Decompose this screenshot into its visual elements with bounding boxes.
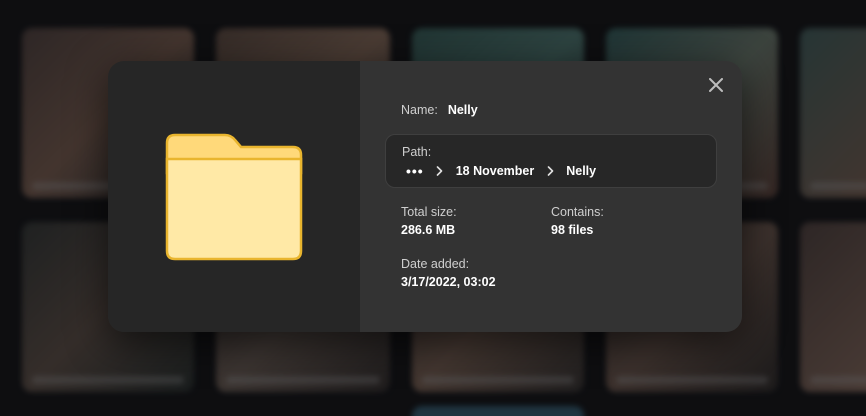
- contains-label: Contains:: [551, 205, 604, 219]
- total-size-value: 286.6 MB: [401, 223, 456, 237]
- breadcrumb-item[interactable]: Nelly: [566, 164, 596, 178]
- contains-stat: Contains: 98 files: [551, 205, 604, 237]
- path-label: Path:: [402, 145, 432, 159]
- name-row: Name: Nelly: [401, 103, 478, 117]
- name-label: Name:: [401, 103, 438, 117]
- close-button[interactable]: [706, 75, 726, 95]
- info-pane: Name: Nelly Path: ••• 18 November Nelly …: [360, 61, 742, 332]
- date-added-stat: Date added: 3/17/2022, 03:02: [401, 257, 496, 289]
- folder-icon: [165, 133, 303, 260]
- date-added-label: Date added:: [401, 257, 470, 271]
- preview-pane: [108, 61, 360, 332]
- path-box: Path: ••• 18 November Nelly: [385, 134, 717, 188]
- date-added-value: 3/17/2022, 03:02: [401, 275, 496, 289]
- breadcrumb: ••• 18 November Nelly: [406, 163, 596, 179]
- chevron-right-icon: [544, 166, 556, 176]
- total-size-label: Total size:: [401, 205, 457, 219]
- name-value: Nelly: [447, 103, 478, 117]
- chevron-right-icon: [434, 166, 446, 176]
- file-info-dialog: Name: Nelly Path: ••• 18 November Nelly …: [108, 61, 742, 332]
- breadcrumb-ellipsis[interactable]: •••: [406, 163, 424, 179]
- close-icon: [709, 78, 723, 92]
- total-size-stat: Total size: 286.6 MB: [401, 205, 457, 237]
- breadcrumb-item[interactable]: 18 November: [456, 164, 535, 178]
- contains-value: 98 files: [551, 223, 594, 237]
